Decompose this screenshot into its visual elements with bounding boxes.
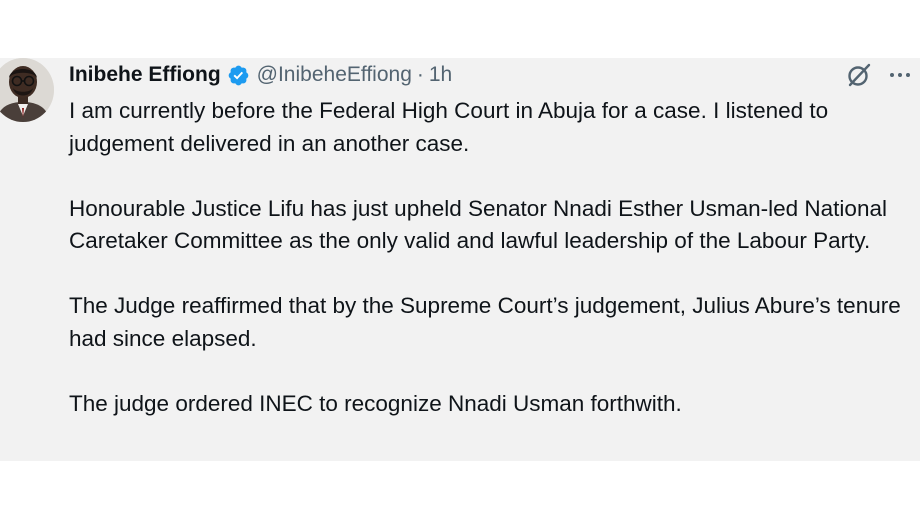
- grok-icon[interactable]: [846, 62, 872, 88]
- tweet-actions: [846, 62, 910, 88]
- tweet-header: Inibehe Effiong @InibeheEffiong · 1h: [69, 60, 452, 90]
- tweet-paragraph: The judge ordered INEC to recognize Nnad…: [69, 390, 682, 416]
- header-separator: ·: [416, 63, 424, 86]
- timestamp[interactable]: 1h: [429, 63, 452, 87]
- author-handle[interactable]: @InibeheEffiong: [257, 63, 412, 87]
- author-name[interactable]: Inibehe Effiong: [69, 63, 221, 87]
- tweet-paragraph: Honourable Justice Lifu has just upheld …: [69, 195, 887, 254]
- verified-badge-icon: [227, 64, 250, 87]
- more-icon[interactable]: [890, 62, 910, 88]
- tweet-paragraph: I am currently before the Federal High C…: [69, 98, 829, 156]
- avatar-image: [0, 58, 54, 122]
- tweet-card[interactable]: Inibehe Effiong @InibeheEffiong · 1h I a…: [0, 58, 920, 461]
- tweet-paragraph: The Judge reaffirmed that by the Supreme…: [69, 293, 901, 351]
- avatar[interactable]: [0, 58, 54, 122]
- page: Inibehe Effiong @InibeheEffiong · 1h I a…: [0, 0, 920, 518]
- tweet-text: I am currently before the Federal High C…: [69, 95, 917, 420]
